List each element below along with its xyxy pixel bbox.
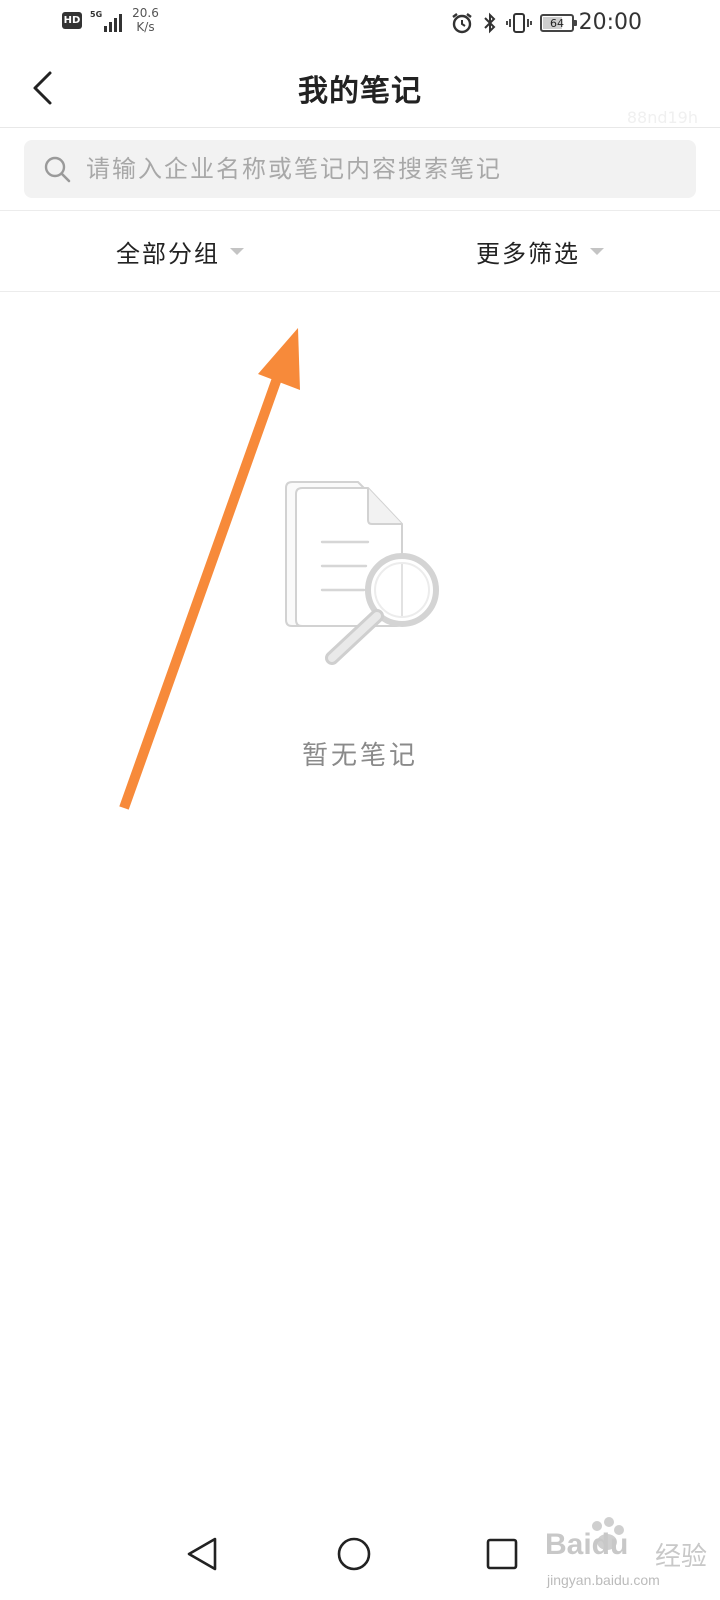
- filter-bar: 全部分组 更多筛选: [0, 210, 720, 292]
- network-speed-unit: K/s: [136, 20, 155, 34]
- triangle-back-icon: [187, 1537, 217, 1571]
- battery-level: 64: [550, 16, 564, 30]
- nav-back-button[interactable]: [178, 1530, 226, 1578]
- nav-recents-button[interactable]: [478, 1530, 526, 1578]
- brand-name: Baidu: [545, 1528, 629, 1561]
- page-title: 我的笔记: [298, 74, 422, 109]
- search-icon: [44, 156, 71, 183]
- alarm-icon: [452, 13, 472, 34]
- bluetooth-icon: [484, 12, 496, 34]
- caret-down-icon: [230, 247, 244, 255]
- search-input[interactable]: [86, 155, 646, 183]
- status-left: HD 5G 20.6 K/s: [62, 6, 159, 34]
- status-icons: 64: [450, 11, 577, 35]
- signal-indicator: 5G: [90, 8, 123, 32]
- filter-all-groups[interactable]: 全部分组: [0, 211, 360, 291]
- filter-label: 全部分组: [116, 239, 220, 268]
- search-bar[interactable]: [24, 140, 696, 198]
- overlay-id: 88nd19h: [626, 108, 698, 127]
- network-speed-value: 20.6: [132, 6, 159, 20]
- hd-badge: HD: [62, 11, 82, 29]
- network-type: 5G: [90, 10, 103, 19]
- network-speed: 20.6 K/s: [132, 6, 159, 34]
- signal-bars-icon: [104, 12, 123, 32]
- brand-cn: 经验: [655, 1542, 708, 1572]
- empty-state: 暂无笔记: [0, 480, 720, 800]
- square-recents-icon: [486, 1538, 518, 1570]
- clock: 20:00: [578, 10, 642, 35]
- circle-home-icon: [337, 1537, 371, 1571]
- status-bar: HD 5G 20.6 K/s 64 20:00: [0, 0, 720, 48]
- filter-more[interactable]: 更多筛选: [360, 211, 720, 291]
- nav-home-button[interactable]: [330, 1530, 378, 1578]
- annotation-arrow-icon: [119, 328, 300, 810]
- nav-bar: 我的笔记 88nd19h: [0, 48, 720, 128]
- battery-icon: 64: [540, 14, 577, 32]
- brand-url: jingyan.baidu.com: [547, 1572, 660, 1588]
- filter-label: 更多筛选: [476, 239, 580, 268]
- caret-down-icon: [590, 247, 604, 255]
- vibrate-icon: [506, 13, 532, 33]
- empty-message: 暂无笔记: [301, 741, 418, 771]
- baidu-jingyan-watermark: Baidu 经验 jingyan.baidu.com: [545, 1517, 715, 1596]
